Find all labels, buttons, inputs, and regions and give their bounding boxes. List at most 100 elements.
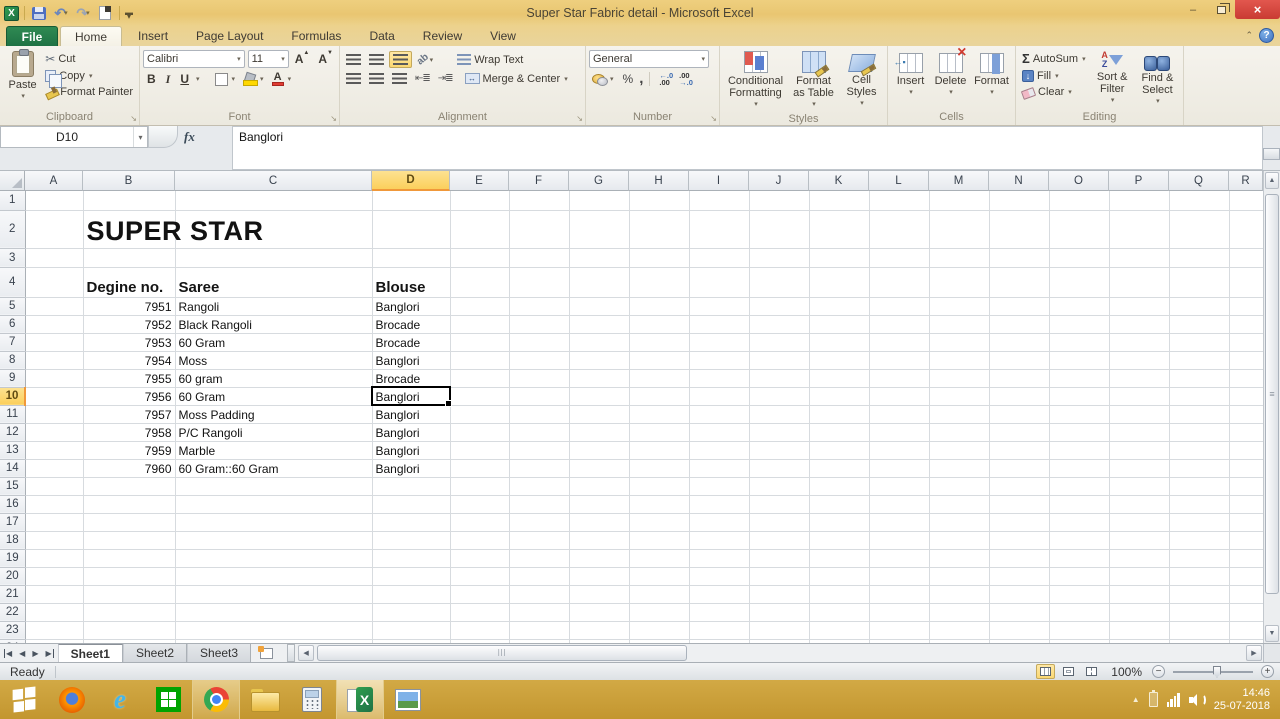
cut-button[interactable]: ✂Cut bbox=[42, 51, 136, 67]
cell-I17[interactable] bbox=[689, 513, 749, 531]
cell-H11[interactable] bbox=[629, 405, 689, 423]
cell-K13[interactable] bbox=[809, 441, 869, 459]
cell-R23[interactable] bbox=[1229, 621, 1263, 639]
cell-K17[interactable] bbox=[809, 513, 869, 531]
copy-button[interactable]: Copy▾ bbox=[42, 69, 136, 83]
dialog-launcher-icon[interactable]: ↘ bbox=[330, 114, 337, 123]
last-sheet-button[interactable]: ▶ bbox=[45, 649, 53, 658]
cell-Q10[interactable] bbox=[1169, 387, 1229, 405]
cell-G19[interactable] bbox=[569, 549, 629, 567]
cell-B19[interactable] bbox=[83, 549, 175, 567]
cell-F14[interactable] bbox=[509, 459, 569, 477]
cell-E9[interactable] bbox=[450, 369, 509, 387]
cell-E22[interactable] bbox=[450, 603, 509, 621]
first-sheet-button[interactable]: ◀ bbox=[4, 649, 12, 658]
cell-Q15[interactable] bbox=[1169, 477, 1229, 495]
cell-J12[interactable] bbox=[749, 423, 809, 441]
cell-N19[interactable] bbox=[989, 549, 1049, 567]
cell-D5[interactable]: Banglori bbox=[372, 297, 450, 315]
cell-M8[interactable] bbox=[929, 351, 989, 369]
taskbar-excel[interactable] bbox=[336, 680, 384, 719]
cell-I7[interactable] bbox=[689, 333, 749, 351]
cell-P19[interactable] bbox=[1109, 549, 1169, 567]
cell-E5[interactable] bbox=[450, 297, 509, 315]
cell-D15[interactable] bbox=[372, 477, 450, 495]
cell-L11[interactable] bbox=[869, 405, 929, 423]
tab-data[interactable]: Data bbox=[355, 26, 408, 46]
cell-I6[interactable] bbox=[689, 315, 749, 333]
cell-J11[interactable] bbox=[749, 405, 809, 423]
scroll-down-icon[interactable]: ▼ bbox=[1265, 625, 1279, 642]
cell-B10[interactable]: 7956 bbox=[83, 387, 175, 405]
cell-K8[interactable] bbox=[809, 351, 869, 369]
cell-O18[interactable] bbox=[1049, 531, 1109, 549]
cell-G1[interactable] bbox=[569, 191, 629, 210]
taskbar-start-button[interactable] bbox=[0, 680, 48, 719]
italic-button[interactable]: I bbox=[162, 72, 175, 87]
row-header-17[interactable]: 17 bbox=[0, 513, 25, 531]
cell-E23[interactable] bbox=[450, 621, 509, 639]
cell-F4[interactable] bbox=[509, 267, 569, 297]
cell-B21[interactable] bbox=[83, 585, 175, 603]
restore-button[interactable] bbox=[1207, 0, 1235, 19]
page-break-view-button[interactable] bbox=[1082, 664, 1101, 679]
cell-M14[interactable] bbox=[929, 459, 989, 477]
cell-L8[interactable] bbox=[869, 351, 929, 369]
cell-B2[interactable]: SUPER STAR bbox=[83, 210, 175, 248]
cell-H1[interactable] bbox=[629, 191, 689, 210]
cell-C16[interactable] bbox=[175, 495, 372, 513]
minimize-button[interactable]: – bbox=[1179, 0, 1207, 19]
row-header-7[interactable]: 7 bbox=[0, 333, 25, 351]
cell-H20[interactable] bbox=[629, 567, 689, 585]
find-select-button[interactable]: Find & Select▾ bbox=[1135, 48, 1180, 110]
taskbar-internet-explorer[interactable]: e bbox=[96, 680, 144, 719]
cell-J2[interactable] bbox=[749, 210, 809, 248]
tab-area-splitter[interactable] bbox=[287, 644, 295, 662]
align-right-button[interactable] bbox=[389, 71, 410, 86]
cell-B18[interactable] bbox=[83, 531, 175, 549]
cell-C12[interactable]: P/C Rangoli bbox=[175, 423, 372, 441]
cell-C7[interactable]: 60 Gram bbox=[175, 333, 372, 351]
cell-Q11[interactable] bbox=[1169, 405, 1229, 423]
cell-B14[interactable]: 7960 bbox=[83, 459, 175, 477]
cell-M10[interactable] bbox=[929, 387, 989, 405]
scroll-left-icon[interactable]: ◀ bbox=[298, 645, 314, 661]
dialog-launcher-icon[interactable]: ↘ bbox=[576, 114, 583, 123]
vertical-scroll-track[interactable] bbox=[1265, 190, 1279, 624]
cell-N5[interactable] bbox=[989, 297, 1049, 315]
cell-F11[interactable] bbox=[509, 405, 569, 423]
name-box[interactable]: D10 ▾ bbox=[0, 126, 148, 148]
column-header-M[interactable]: M bbox=[929, 171, 989, 191]
cell-E11[interactable] bbox=[450, 405, 509, 423]
cell-K7[interactable] bbox=[809, 333, 869, 351]
cell-B12[interactable]: 7958 bbox=[83, 423, 175, 441]
cell-D19[interactable] bbox=[372, 549, 450, 567]
cell-M13[interactable] bbox=[929, 441, 989, 459]
cell-L22[interactable] bbox=[869, 603, 929, 621]
cell-P15[interactable] bbox=[1109, 477, 1169, 495]
cell-F10[interactable] bbox=[509, 387, 569, 405]
cell-E14[interactable] bbox=[450, 459, 509, 477]
cell-G15[interactable] bbox=[569, 477, 629, 495]
cell-N11[interactable] bbox=[989, 405, 1049, 423]
cell-A15[interactable] bbox=[25, 477, 83, 495]
cell-L13[interactable] bbox=[869, 441, 929, 459]
cell-M19[interactable] bbox=[929, 549, 989, 567]
insert-cells-button[interactable]: Insert▾ bbox=[892, 48, 930, 110]
cell-F12[interactable] bbox=[509, 423, 569, 441]
cell-Q20[interactable] bbox=[1169, 567, 1229, 585]
tab-view[interactable]: View bbox=[476, 26, 530, 46]
cell-D9[interactable]: Brocade bbox=[372, 369, 450, 387]
cell-H22[interactable] bbox=[629, 603, 689, 621]
cell-Q18[interactable] bbox=[1169, 531, 1229, 549]
cell-G16[interactable] bbox=[569, 495, 629, 513]
column-header-N[interactable]: N bbox=[989, 171, 1049, 191]
scroll-up-icon[interactable]: ▲ bbox=[1265, 172, 1279, 189]
cell-E16[interactable] bbox=[450, 495, 509, 513]
cell-H17[interactable] bbox=[629, 513, 689, 531]
cell-A19[interactable] bbox=[25, 549, 83, 567]
cell-O15[interactable] bbox=[1049, 477, 1109, 495]
cell-N4[interactable] bbox=[989, 267, 1049, 297]
cell-O16[interactable] bbox=[1049, 495, 1109, 513]
vertical-split-box[interactable] bbox=[1263, 148, 1280, 160]
